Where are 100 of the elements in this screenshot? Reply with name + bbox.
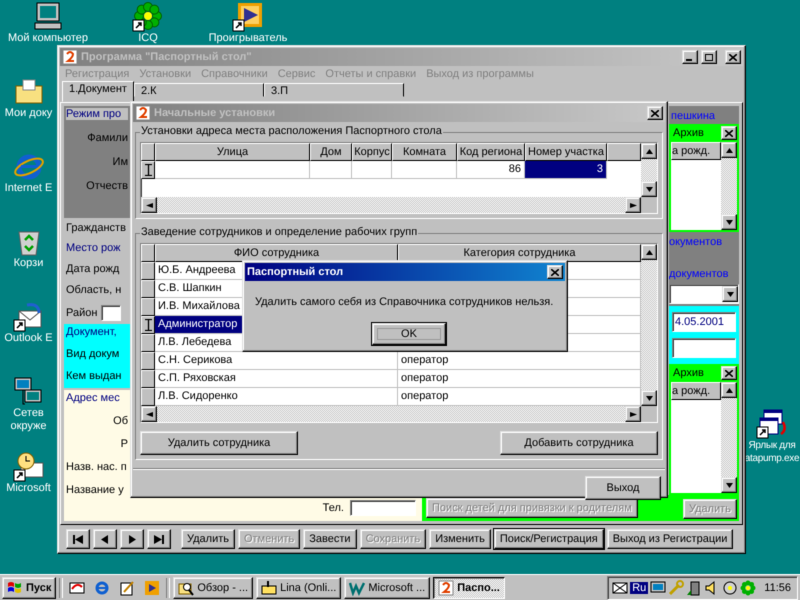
close-button[interactable] [721, 126, 737, 140]
flower-icon[interactable] [132, 1, 164, 32]
maximize-button[interactable] [701, 50, 717, 64]
scrollbar[interactable] [641, 143, 657, 197]
network-icon[interactable] [12, 376, 44, 407]
dropdown[interactable] [669, 284, 739, 304]
scroll-up-button[interactable] [721, 382, 737, 398]
tab[interactable]: 3.П [264, 83, 404, 97]
scroll-left-button[interactable] [141, 406, 157, 422]
exit-button[interactable]: Выход [585, 476, 661, 500]
arrow-up-icon [726, 388, 732, 392]
taskbar-button[interactable]: Lina (Onli... [256, 576, 342, 598]
browser-icon [94, 580, 110, 596]
scroll-up-button[interactable] [721, 142, 737, 158]
ok-button[interactable]: OK [372, 323, 446, 345]
field-label: Название у [66, 484, 125, 496]
window-title: Паспортный стол [247, 266, 344, 278]
arrow-up-icon [646, 148, 652, 154]
button[interactable]: Удалить [181, 529, 235, 549]
app-icon [62, 49, 78, 65]
group-title: Режим про [66, 108, 128, 120]
language-indicator[interactable]: Ru [630, 582, 648, 594]
envelope-icon[interactable] [612, 580, 628, 596]
scroll-down-button[interactable] [721, 214, 737, 230]
input-field[interactable] [101, 305, 122, 321]
icon-label: Ярлык для [748, 439, 796, 452]
taskbar-button[interactable]: Обзор - ... [173, 576, 254, 598]
arrow-down-icon [646, 186, 652, 192]
computer-icon[interactable] [32, 1, 64, 32]
table-cell[interactable]: С.П. Ряховская [155, 370, 398, 388]
scroll-up-button[interactable] [641, 244, 657, 260]
scroll-right-button[interactable] [625, 197, 641, 213]
column-header: а рожд. [671, 142, 721, 160]
minimize-button[interactable] [682, 50, 698, 64]
arrow-right-icon [630, 202, 636, 208]
tab[interactable]: 2.К [134, 83, 264, 97]
clockmail-icon[interactable] [12, 451, 44, 482]
mail-icon[interactable] [12, 301, 44, 332]
column-header: Корпус [352, 143, 392, 161]
date-field[interactable]: 4.05.2001 [672, 312, 736, 332]
table-cell[interactable] [392, 161, 457, 179]
archive-label: Архив [672, 127, 705, 139]
scrollbar[interactable] [141, 406, 641, 422]
clock[interactable]: 11:56 [764, 582, 791, 594]
button[interactable]: Добавить сотрудника [500, 431, 658, 455]
prev-record-button[interactable] [93, 529, 117, 549]
scroll-down-button[interactable] [722, 286, 738, 302]
close-button[interactable] [721, 366, 737, 380]
scroll-down-button[interactable] [641, 390, 657, 406]
scroll-up-button[interactable] [641, 143, 657, 159]
scroll-down-button[interactable] [721, 477, 737, 493]
icon-label: Проигрыватель [208, 32, 288, 45]
icon-label: atapump.exe [744, 452, 800, 465]
scrollbar[interactable] [721, 142, 737, 230]
column-header: ФИО сотрудника [155, 244, 398, 262]
button[interactable]: Выход из Регистрации [606, 529, 734, 549]
field-label: Дата рожд [66, 263, 120, 275]
taskbar-button[interactable]: Паспо... [433, 576, 505, 598]
last-record-button[interactable] [147, 529, 171, 549]
close-button[interactable] [725, 50, 741, 64]
group-title: Место рож [66, 242, 122, 254]
field-label: Тел. [322, 502, 344, 514]
player-icon[interactable] [232, 1, 264, 32]
app-icon [438, 580, 454, 596]
next-record-button[interactable] [120, 529, 144, 549]
tab[interactable]: 1.Документ [62, 81, 134, 102]
table-icon[interactable] [756, 408, 788, 439]
first-record-button[interactable] [66, 529, 90, 549]
scroll-left-button[interactable] [141, 197, 157, 213]
input-field[interactable] [672, 338, 736, 358]
scrollbar[interactable] [141, 197, 641, 213]
monitor-icon[interactable] [650, 580, 666, 596]
button[interactable]: Изменить [429, 529, 491, 549]
taskbar-button[interactable]: Microsoft ... [344, 576, 430, 598]
windows-logo-icon [7, 580, 23, 594]
field-label: Гражданств [66, 222, 127, 234]
disc-icon[interactable] [722, 580, 738, 596]
arrow-up-icon [726, 148, 732, 152]
scrollbar[interactable] [721, 382, 737, 493]
arrow-up-icon [646, 250, 652, 254]
scroll-down-button[interactable] [641, 181, 657, 197]
close-button[interactable] [547, 265, 563, 279]
table-cell[interactable]: 3 [525, 161, 607, 179]
close-button[interactable] [647, 106, 663, 120]
button[interactable]: Завести [303, 529, 357, 549]
icon-label: ICQ [138, 32, 158, 45]
table-cell[interactable]: оператор [398, 370, 641, 388]
input-field[interactable] [350, 500, 416, 516]
scroll-right-button[interactable] [625, 406, 641, 422]
button[interactable]: Удалить сотрудника [140, 431, 298, 455]
button[interactable]: Поиск/Регистрация [494, 529, 604, 549]
table-cell[interactable] [310, 161, 352, 179]
table-cell[interactable] [155, 161, 310, 179]
table-cell[interactable] [352, 161, 392, 179]
icon-label: Корзи [14, 257, 44, 270]
arrow-down-icon [726, 292, 734, 296]
start-button[interactable]: Пуск [2, 576, 56, 598]
icon-label: Internet E [4, 182, 52, 195]
scrollbar[interactable] [641, 244, 657, 406]
arrow-right-icon [126, 534, 138, 544]
